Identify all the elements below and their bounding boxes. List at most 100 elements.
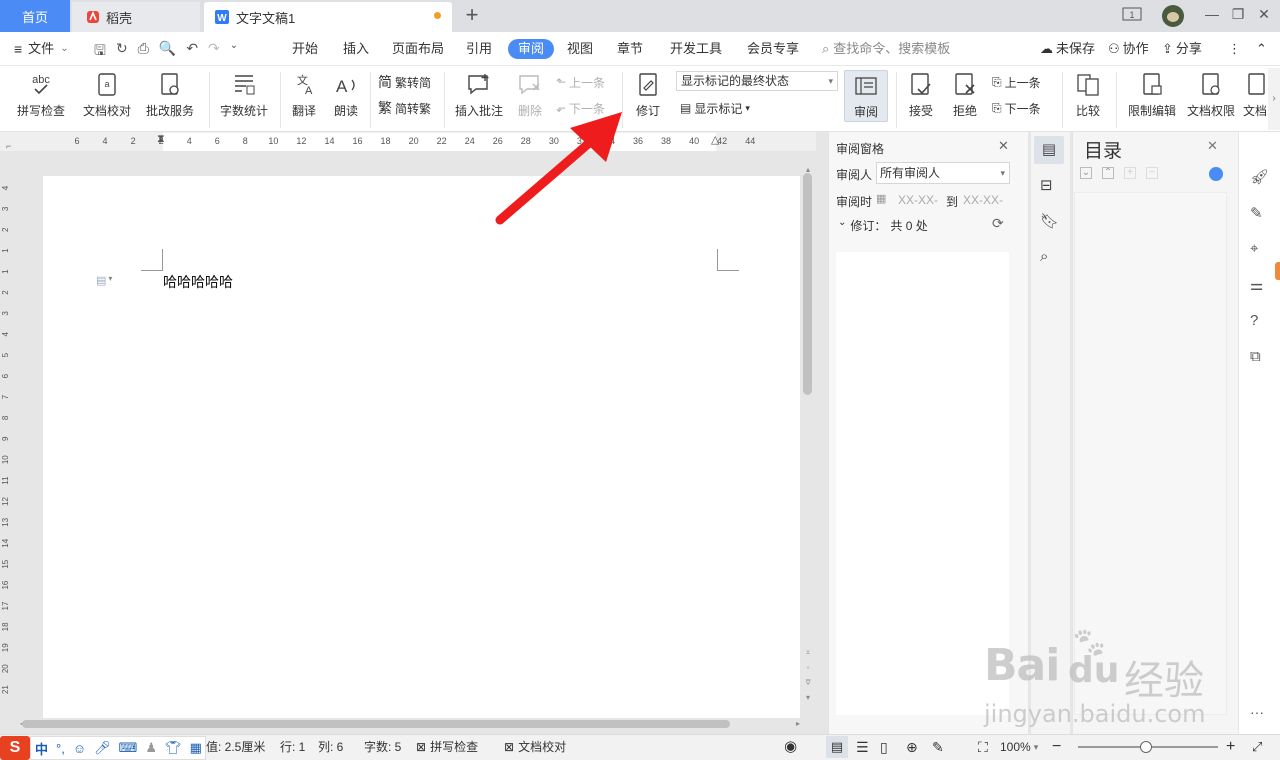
read-aloud-button[interactable]: A 朗读 <box>330 72 362 119</box>
preview-icon[interactable]: 🔍 <box>159 40 176 64</box>
close-button[interactable]: ✕ <box>1252 6 1276 26</box>
close-icon[interactable]: ✕ <box>998 138 1009 154</box>
tab-home[interactable]: 首页 <box>0 0 70 32</box>
right-indent-marker-icon[interactable]: △ <box>711 133 719 146</box>
translate-button[interactable]: 文A 翻译 <box>286 72 322 119</box>
menu-layout[interactable]: 页面布局 <box>392 40 444 58</box>
status-spell-check[interactable]: ⊠ 拼写检查 <box>416 739 478 755</box>
fullscreen-icon[interactable]: ⤢ <box>1252 739 1262 755</box>
review-service-button[interactable]: 批改服务 <box>140 72 200 119</box>
tab-daoke[interactable]: 稻壳 <box>72 2 200 32</box>
outline-view-icon[interactable]: ☰ <box>856 739 869 755</box>
outline-icon[interactable]: ⊟ <box>1040 176 1053 194</box>
review-panel-icon[interactable]: ▤ <box>1034 136 1064 164</box>
review-pane-toggle[interactable]: 审阅 <box>844 70 888 122</box>
time-from[interactable]: XX-XX- <box>898 193 938 207</box>
prev-revision-button[interactable]: ⎘ 上一条 <box>992 72 1041 92</box>
trad-to-simp-button[interactable]: 简繁转简 <box>378 72 431 92</box>
window-layout-icon[interactable]: 1 <box>1120 6 1144 26</box>
rocket-icon[interactable]: 🚀︎ <box>1250 168 1269 186</box>
print-icon[interactable]: ⎙ <box>138 40 149 64</box>
scroll-right-icon[interactable]: ▸ <box>796 719 800 728</box>
vertical-scroll-thumb[interactable] <box>803 173 812 395</box>
spell-check-button[interactable]: abc 拼写检查 <box>10 72 72 119</box>
paragraph-handle-icon[interactable]: ▤ ▾ <box>96 274 112 287</box>
undo-icon[interactable]: ↶ <box>186 40 198 64</box>
side-badge[interactable] <box>1275 262 1280 280</box>
help-icon[interactable]: ? <box>1250 312 1258 329</box>
collapse-icon[interactable]: ⌄ <box>1080 167 1092 179</box>
show-markup-button[interactable]: ▤ 显示标记 ▾ <box>680 98 750 118</box>
unsaved-button[interactable]: ☁ 未保存 <box>1040 40 1095 58</box>
page-view-icon[interactable]: ▤ <box>826 736 848 758</box>
menu-section[interactable]: 章节 <box>617 40 643 58</box>
skin-icon[interactable]: 👕︎ <box>165 740 182 756</box>
cursor-icon[interactable]: ⌖ <box>1250 240 1258 257</box>
ime-logo-icon[interactable]: S <box>0 736 30 760</box>
user-icon[interactable]: ♟ <box>145 740 157 756</box>
grid-icon[interactable]: ▦ <box>190 740 202 756</box>
pen-icon[interactable]: ✎ <box>1250 204 1263 222</box>
collab-button[interactable]: ⚇ 协作 <box>1108 40 1149 58</box>
reading-view-icon[interactable]: ▯ <box>880 739 888 755</box>
accept-button[interactable]: 接受 <box>902 72 940 119</box>
proofread-button[interactable]: a 文档校对 <box>80 72 134 119</box>
eye-protection-icon[interactable]: ◉ <box>784 739 797 755</box>
document-text[interactable]: 哈哈哈哈哈 <box>163 272 233 292</box>
smart-toc-icon[interactable] <box>1209 167 1223 181</box>
file-menu[interactable]: ≡ 文件 ⌄ <box>14 40 69 58</box>
zoom-in-button[interactable]: + <box>1226 739 1235 755</box>
horizontal-scroll-thumb[interactable] <box>22 720 730 728</box>
simp-to-trad-button[interactable]: 繁简转繁 <box>378 98 431 118</box>
expand-icon[interactable]: ⌃ <box>1102 167 1114 179</box>
zoom-slider-thumb[interactable] <box>1140 741 1152 753</box>
redo-icon[interactable]: ↷ <box>208 40 220 64</box>
refresh-icon[interactable]: ⟳ <box>992 215 1004 232</box>
vertical-scrollbar[interactable]: ▴ ⩡ ◦ ⩢ ▾ <box>800 165 816 718</box>
minimize-button[interactable]: — <box>1200 6 1224 26</box>
compare-button[interactable]: 比较 <box>1068 72 1108 119</box>
markup-state-select[interactable]: 显示标记的最终状态 ▾ <box>676 71 838 91</box>
menu-member[interactable]: 会员专享 <box>747 40 799 58</box>
prev-comment-button[interactable]: ⬑ 上一条 <box>556 72 605 92</box>
more-options-icon[interactable]: ⋮ <box>1228 40 1241 58</box>
keyboard-icon[interactable]: ⌨ <box>119 740 138 756</box>
time-to[interactable]: XX-XX- <box>963 193 1003 207</box>
fit-page-icon[interactable]: ⛶ <box>978 739 988 755</box>
mic-icon[interactable]: 🎤︎ <box>94 740 111 756</box>
word-count-indicator[interactable]: 字数: 5 <box>364 739 401 755</box>
avatar[interactable] <box>1162 5 1184 27</box>
menu-reference[interactable]: 引用 <box>466 40 492 58</box>
reject-button[interactable]: 拒绝 <box>946 72 984 119</box>
save-icon[interactable]: 🖫 <box>94 40 106 64</box>
more-icon[interactable]: ··· <box>1250 704 1264 720</box>
remove-heading-icon[interactable]: − <box>1146 167 1158 179</box>
word-count-button[interactable]: 字数统计 <box>216 72 272 119</box>
close-icon[interactable]: ✕ <box>1207 138 1218 154</box>
share-button[interactable]: ⇪ 分享 <box>1162 40 1202 58</box>
add-heading-icon[interactable]: + <box>1124 167 1136 179</box>
backup-icon[interactable]: ⧉ <box>1250 348 1261 365</box>
doc-more-button[interactable]: 文档 <box>1242 72 1268 119</box>
command-search[interactable]: ⌕ 查找命令、搜索模板 <box>822 40 950 58</box>
status-proofread[interactable]: ⊠ 文档校对 <box>504 739 566 755</box>
ribbon-scroll-right[interactable]: › <box>1268 68 1280 130</box>
tab-document[interactable]: W 文字文稿1 <box>204 2 452 32</box>
search-icon[interactable]: ⌕ <box>1040 248 1048 265</box>
write-mode-icon[interactable]: ✎ <box>932 739 944 755</box>
horizontal-scrollbar[interactable]: ◂ ▸ <box>20 718 806 730</box>
bookmark-icon[interactable]: 🔖︎ <box>1040 212 1059 230</box>
revisions-summary[interactable]: ⌄ 修订： 共 0 处 <box>838 217 928 234</box>
menu-view[interactable]: 视图 <box>567 40 593 58</box>
zoom-select[interactable]: 100% ▾ <box>1000 739 1038 755</box>
page-nav-icons[interactable]: ⩡ ◦ ⩢ ▾ <box>803 645 813 705</box>
collapse-ribbon-icon[interactable]: ⌃ <box>1256 40 1267 58</box>
menu-insert[interactable]: 插入 <box>343 40 369 58</box>
more-icon[interactable]: ⌄ <box>230 40 238 64</box>
restore-button[interactable]: ❐ <box>1226 6 1250 26</box>
punctuation-icon[interactable]: °, <box>56 741 65 756</box>
new-tab-button[interactable]: + <box>460 4 484 28</box>
restrict-edit-button[interactable]: 限制编辑 <box>1124 72 1180 119</box>
calendar-icon[interactable]: ▦ <box>876 192 886 205</box>
menu-devtools[interactable]: 开发工具 <box>670 40 722 58</box>
